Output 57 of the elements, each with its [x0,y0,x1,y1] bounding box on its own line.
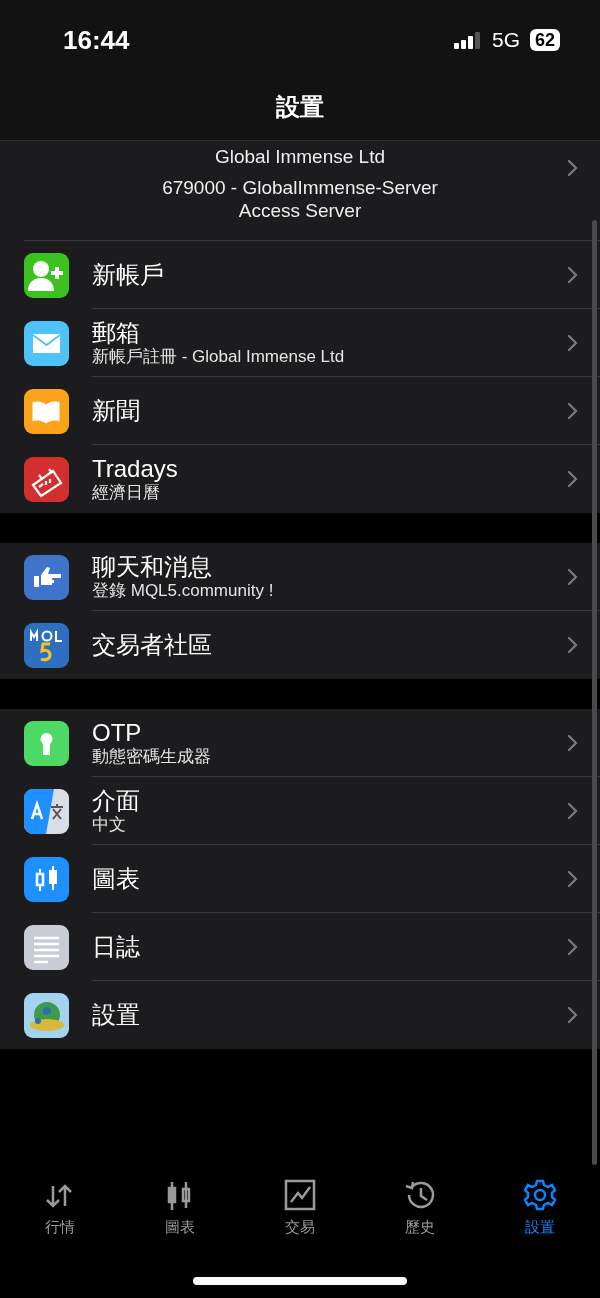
globe-figures-icon [24,992,69,1038]
settings-icon [523,1178,557,1212]
chevron-icon [567,333,578,352]
item-title: 設置 [92,1001,141,1029]
translate-icon [24,788,69,834]
mail-icon [24,320,69,366]
chevron-icon [567,801,578,820]
chevron-icon [567,733,578,752]
calendar-icon [24,456,69,502]
chevron-icon [567,567,578,586]
add-user-icon [24,252,69,298]
item-title: 新聞 [92,396,141,425]
item-title: 聊天和消息 [92,552,213,581]
line-chart-icon [283,1178,317,1212]
item-title: 新帳戶 [92,260,165,289]
item-title: 介面 [92,786,141,815]
item-subtitle: 登錄 MQL5.community ! [92,580,275,601]
status-time: 16:44 [63,24,130,56]
chevron-icon [567,869,578,888]
item-title: 郵箱 [92,318,141,347]
document-lines-icon [24,924,69,970]
settings-item[interactable]: 交易者社區 [0,611,600,679]
tab[interactable]: 設置 [480,1178,600,1237]
settings-item[interactable]: Tradays 經濟日曆 [0,445,600,513]
item-subtitle: 動態密碼生成器 [92,746,212,767]
network-label: 5G [491,28,520,52]
page-title: 設置 [276,92,324,122]
item-subtitle: 經濟日曆 [92,483,160,503]
mql-logo-icon [24,622,69,668]
item-title: Tradays [92,455,179,483]
chevron-icon [567,159,578,177]
tab[interactable]: 歷史 [360,1178,480,1237]
keyhole-icon [24,720,69,766]
chevron-icon [567,636,578,654]
chevron-icon [567,937,578,956]
chevron-icon [567,1006,578,1024]
server-type: Access Server [238,199,362,222]
company-name: Global Immense Ltd [215,145,385,168]
signal-icon [453,31,482,49]
chevron-icon [567,265,578,284]
item-subtitle: 新帳戶註冊 - Global Immense Ltd [92,346,346,367]
pointing-hand-icon [24,554,69,600]
chevron-icon [567,401,578,420]
item-title: 圖表 [92,864,141,893]
tab[interactable]: 交易 [240,1178,360,1237]
book-icon [24,388,69,434]
battery-level: 62 [529,29,560,51]
tab[interactable]: 圖表 [120,1178,240,1237]
item-title: 交易者社區 [92,631,213,659]
tab[interactable]: 行情 [0,1178,120,1237]
item-subtitle: 中文 [92,814,127,835]
chevron-icon [567,470,578,488]
item-title: 日誌 [92,932,141,961]
candlestick-icon [24,856,69,902]
server-name: 679000 - GlobalImmense-Server [162,176,438,199]
settings-item[interactable]: 設置 [0,981,600,1049]
item-title: OTP [92,718,143,747]
